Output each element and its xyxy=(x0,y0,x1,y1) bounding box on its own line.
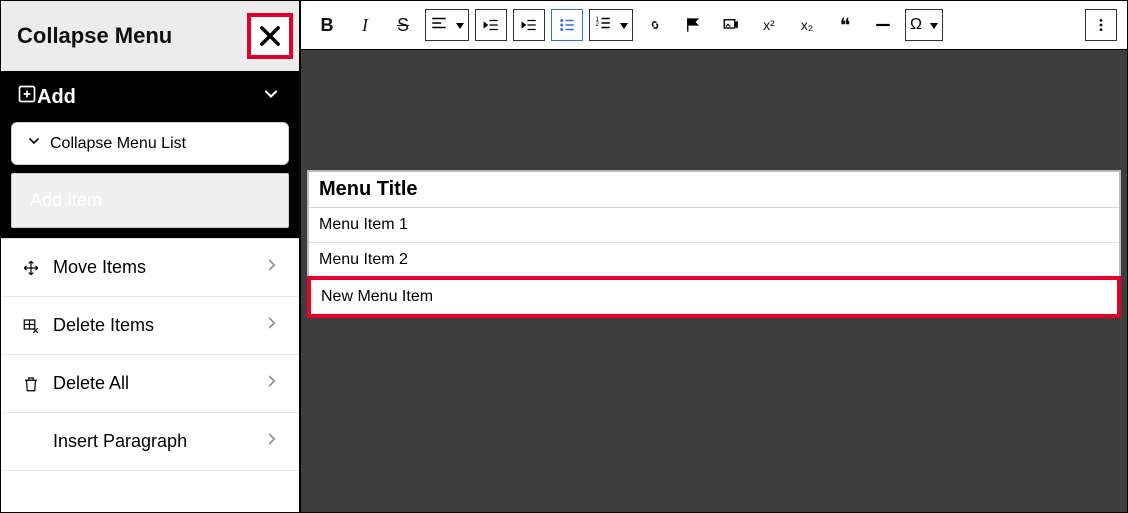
add-item-label: Add Item xyxy=(30,190,102,210)
menu-title[interactable]: Menu Title xyxy=(309,172,1119,208)
delete-items-icon xyxy=(19,317,43,335)
italic-button[interactable]: I xyxy=(349,9,381,41)
more-options-button[interactable] xyxy=(1085,9,1117,41)
sidebar-item-delete-items[interactable]: Delete Items xyxy=(1,297,299,355)
sidebar-header: Collapse Menu xyxy=(1,1,299,72)
link-icon xyxy=(646,16,664,34)
blockquote-button[interactable]: ❝ xyxy=(829,9,861,41)
sidebar-item-label: Delete Items xyxy=(53,315,154,336)
sidebar-item-delete-all[interactable]: Delete All xyxy=(1,355,299,413)
menu-item[interactable]: Menu Item 1 xyxy=(309,208,1119,243)
add-label: Add xyxy=(37,86,76,109)
hr-icon xyxy=(874,16,892,34)
trash-icon xyxy=(19,375,43,393)
media-button[interactable] xyxy=(715,9,747,41)
bullet-list-button[interactable] xyxy=(551,9,583,41)
chevron-down-icon xyxy=(926,16,938,34)
horizontal-rule-button[interactable] xyxy=(867,9,899,41)
app-root: Collapse Menu Add Collaps xyxy=(0,0,1128,513)
strikethrough-button[interactable]: S xyxy=(387,9,419,41)
chevron-right-icon xyxy=(263,372,281,395)
main: B I S 12 xyxy=(301,1,1127,512)
subscript-button[interactable]: x₂ xyxy=(791,9,823,41)
collapse-list-label: Collapse Menu List xyxy=(50,135,186,153)
bold-button[interactable]: B xyxy=(311,9,343,41)
align-left-icon xyxy=(430,14,448,37)
chevron-down-icon xyxy=(616,16,628,34)
numbered-list-dropdown[interactable]: 12 xyxy=(589,9,633,41)
toolbar: B I S 12 xyxy=(301,1,1127,50)
numbered-list-icon: 12 xyxy=(594,14,612,37)
sidebar-item-move[interactable]: Move Items xyxy=(1,239,299,297)
flag-icon xyxy=(684,16,702,34)
chevron-right-icon xyxy=(263,256,281,279)
outdent-icon xyxy=(482,16,500,34)
add-body: Collapse Menu List Add Item xyxy=(1,122,299,238)
chevron-right-icon xyxy=(263,430,281,453)
sidebar-item-insert-paragraph[interactable]: Insert Paragraph xyxy=(1,413,299,471)
close-icon xyxy=(256,22,284,50)
indent-button[interactable] xyxy=(513,9,545,41)
move-icon xyxy=(19,259,43,277)
menu-item[interactable]: Menu Item 2 xyxy=(309,243,1119,278)
align-dropdown[interactable] xyxy=(425,9,469,41)
menu-item-new[interactable]: New Menu Item xyxy=(307,276,1121,318)
outdent-button[interactable] xyxy=(475,9,507,41)
close-button[interactable] xyxy=(247,13,293,59)
omega-icon: Ω xyxy=(910,16,922,34)
sidebar-title: Collapse Menu xyxy=(17,23,172,49)
superscript-button[interactable]: x² xyxy=(753,9,785,41)
add-icon xyxy=(17,84,37,110)
kebab-icon xyxy=(1093,17,1109,33)
special-char-dropdown[interactable]: Ω xyxy=(905,9,943,41)
link-button[interactable] xyxy=(639,9,671,41)
flag-button[interactable] xyxy=(677,9,709,41)
add-header[interactable]: Add xyxy=(1,72,299,122)
sidebar-item-label: Insert Paragraph xyxy=(53,431,187,452)
sidebar-item-label: Move Items xyxy=(53,257,146,278)
bullet-list-icon xyxy=(558,16,576,34)
collapse-menu-widget[interactable]: Menu Title Menu Item 1 Menu Item 2 New M… xyxy=(307,170,1121,318)
sidebar-menu-rows: Move Items Delete Items Delete All xyxy=(1,238,299,471)
chevron-right-icon xyxy=(263,314,281,337)
editor-canvas[interactable]: Menu Title Menu Item 1 Menu Item 2 New M… xyxy=(301,50,1127,512)
add-section: Add Collapse Menu List Add Item xyxy=(1,72,299,238)
collapse-menu-list-button[interactable]: Collapse Menu List xyxy=(11,122,289,165)
sidebar: Collapse Menu Add Collaps xyxy=(1,1,301,512)
chevron-down-icon xyxy=(261,84,281,110)
svg-text:2: 2 xyxy=(596,22,600,28)
add-item-button[interactable]: Add Item xyxy=(11,173,289,228)
chevron-down-icon xyxy=(452,16,464,34)
indent-icon xyxy=(520,16,538,34)
sidebar-item-label: Delete All xyxy=(53,373,129,394)
chevron-down-icon xyxy=(26,133,42,154)
media-icon xyxy=(722,16,740,34)
